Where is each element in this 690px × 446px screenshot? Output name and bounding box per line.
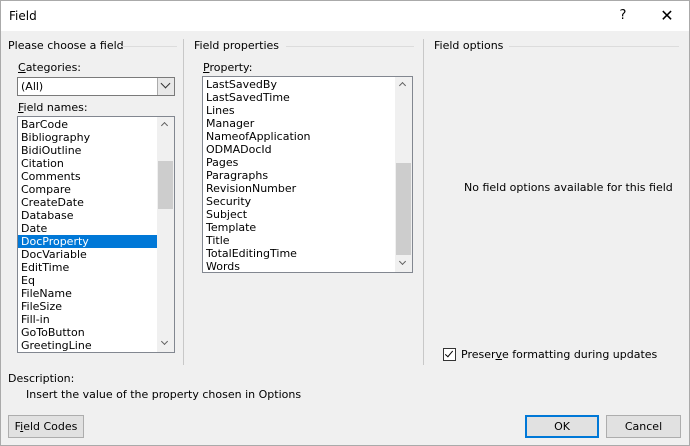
- help-button[interactable]: ?: [603, 1, 643, 31]
- list-item[interactable]: Title: [203, 234, 395, 247]
- categories-label: Categories:: [18, 61, 82, 74]
- list-item[interactable]: Eq: [18, 274, 157, 287]
- field-names-items: BarCode Bibliography BidiOutline Citation Co…: [18, 118, 157, 352]
- list-item[interactable]: Template: [203, 221, 395, 234]
- list-item[interactable]: EditTime: [18, 261, 157, 274]
- cancel-button[interactable]: Cancel: [606, 415, 681, 438]
- preserve-formatting-checkbox[interactable]: [443, 348, 456, 361]
- list-item[interactable]: Database: [18, 209, 157, 222]
- list-item[interactable]: Compare: [18, 183, 157, 196]
- list-item[interactable]: NameofApplication: [203, 130, 395, 143]
- column-divider: [183, 39, 184, 365]
- list-item[interactable]: Comments: [18, 170, 157, 183]
- list-item[interactable]: Manager: [203, 117, 395, 130]
- field-names-label: Field names:: [18, 101, 88, 114]
- header-divider: [509, 46, 679, 47]
- dropdown-button[interactable]: [157, 78, 174, 95]
- description-label: Description:: [8, 372, 75, 385]
- list-item[interactable]: Subject: [203, 208, 395, 221]
- header-divider: [121, 46, 177, 47]
- checkmark-icon: [444, 348, 454, 358]
- scroll-down-icon[interactable]: [395, 255, 412, 272]
- field-dialog: Field ? ✕ Please choose a field Categori…: [0, 0, 690, 446]
- no-options-message: No field options available for this fiel…: [464, 181, 673, 194]
- field-names-list[interactable]: BarCode Bibliography BidiOutline Citation Co…: [17, 116, 175, 353]
- field-codes-button[interactable]: Field Codes: [8, 415, 84, 438]
- chevron-down-icon: [160, 78, 171, 89]
- categories-dropdown[interactable]: (All): [17, 77, 175, 96]
- ok-button[interactable]: OK: [525, 415, 599, 438]
- preserve-formatting-label[interactable]: Preserve formatting during updates: [461, 348, 657, 361]
- property-list[interactable]: LastSavedBy LastSavedTime Lines Manager Name…: [202, 76, 413, 273]
- property-items: LastSavedBy LastSavedTime Lines Manager Name…: [203, 78, 395, 272]
- list-item[interactable]: BidiOutline: [18, 144, 157, 157]
- header-divider: [286, 46, 414, 47]
- list-item[interactable]: Fill-in: [18, 313, 157, 326]
- field-options-header: Field options: [434, 39, 504, 52]
- list-item[interactable]: Citation: [18, 157, 157, 170]
- close-icon[interactable]: ✕: [647, 1, 687, 31]
- list-item[interactable]: LastSavedTime: [203, 91, 395, 104]
- list-item[interactable]: Paragraphs: [203, 169, 395, 182]
- list-item[interactable]: DocProperty: [18, 235, 157, 248]
- list-item[interactable]: Date: [18, 222, 157, 235]
- list-item[interactable]: DocVariable: [18, 248, 157, 261]
- list-item[interactable]: BarCode: [18, 118, 157, 131]
- field-properties-header: Field properties: [194, 39, 280, 52]
- list-item[interactable]: RevisionNumber: [203, 182, 395, 195]
- list-item[interactable]: Bibliography: [18, 131, 157, 144]
- list-item[interactable]: LastSavedBy: [203, 78, 395, 91]
- list-item[interactable]: FileSize: [18, 300, 157, 313]
- list-item[interactable]: Security: [203, 195, 395, 208]
- dialog-title: Field: [9, 9, 37, 23]
- scroll-down-icon[interactable]: [157, 335, 174, 352]
- column-divider: [423, 39, 424, 365]
- list-item[interactable]: CreateDate: [18, 196, 157, 209]
- list-item[interactable]: Pages: [203, 156, 395, 169]
- list-item[interactable]: ODMADocId: [203, 143, 395, 156]
- choose-field-header: Please choose a field: [8, 39, 124, 52]
- list-item[interactable]: Lines: [203, 104, 395, 117]
- list-item[interactable]: Words: [203, 260, 395, 272]
- list-item[interactable]: TotalEditingTime: [203, 247, 395, 260]
- categories-value: (All): [21, 80, 44, 93]
- title-bar: Field ? ✕: [1, 1, 689, 31]
- scroll-thumb[interactable]: [396, 163, 411, 255]
- list-item[interactable]: FileName: [18, 287, 157, 300]
- list-item[interactable]: GreetingLine: [18, 339, 157, 352]
- scroll-thumb[interactable]: [158, 161, 173, 209]
- property-scrollbar[interactable]: [395, 77, 412, 272]
- field-names-scrollbar[interactable]: [157, 117, 174, 352]
- property-label: Property:: [203, 61, 253, 74]
- description-text: Insert the value of the property chosen …: [26, 388, 302, 401]
- scroll-up-icon[interactable]: [395, 77, 412, 94]
- list-item[interactable]: GoToButton: [18, 326, 157, 339]
- scroll-up-icon[interactable]: [157, 117, 174, 134]
